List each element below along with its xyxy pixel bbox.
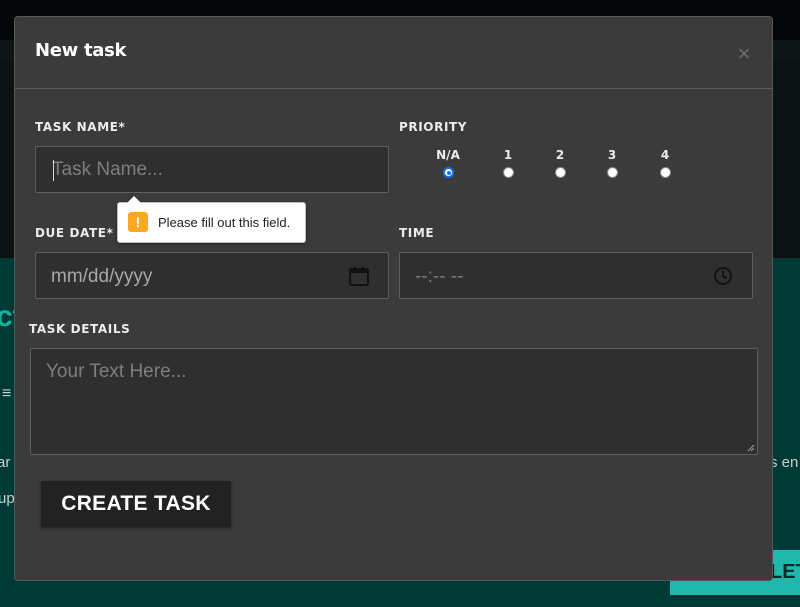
create-task-button[interactable]: CREATE TASK (41, 481, 231, 527)
task-name-input[interactable] (36, 147, 388, 192)
priority-radio-na[interactable] (443, 167, 454, 178)
task-name-label: TASK NAME* (35, 120, 126, 134)
validation-tooltip: ! Please fill out this field. (117, 196, 306, 243)
clock-icon[interactable] (712, 265, 734, 287)
task-details-textarea[interactable] (31, 349, 757, 454)
task-name-field[interactable] (35, 146, 389, 193)
priority-option-label-2: 2 (555, 148, 565, 162)
priority-option-label-na: N/A (436, 148, 460, 162)
priority-radio-4[interactable] (660, 167, 671, 178)
background-menu-icon: ≡ (2, 385, 12, 402)
background-text-left: ar (0, 454, 11, 471)
priority-option-label-3: 3 (607, 148, 617, 162)
task-details-field[interactable] (30, 348, 758, 455)
task-details-label: TASK DETAILS (29, 322, 131, 336)
validation-message: Please fill out this field. (158, 215, 291, 230)
priority-label: PRIORITY (399, 120, 468, 134)
new-task-modal: New task × TASK NAME* PRIORITY N/A 1 2 3… (14, 16, 773, 581)
background-text-left-2: up (0, 490, 15, 507)
calendar-icon[interactable] (348, 265, 370, 287)
modal-title: New task (35, 40, 127, 61)
priority-radio-1[interactable] (503, 167, 514, 178)
due-date-label: DUE DATE* (35, 226, 114, 240)
priority-option-label-1: 1 (503, 148, 513, 162)
time-field[interactable]: --:-- -- (399, 252, 753, 299)
priority-radio-3[interactable] (607, 167, 618, 178)
time-placeholder: --:-- -- (415, 266, 464, 287)
close-button[interactable]: × (734, 43, 754, 65)
background-text-right: s en (770, 454, 799, 471)
priority-radio-2[interactable] (555, 167, 566, 178)
resize-grip-icon[interactable] (747, 444, 755, 452)
modal-header: New task × (15, 17, 772, 89)
time-label: TIME (399, 226, 435, 240)
due-date-placeholder: mm/dd/yyyy (51, 266, 153, 287)
text-caret (53, 160, 54, 181)
due-date-field[interactable]: mm/dd/yyyy (35, 252, 389, 299)
priority-option-label-4: 4 (660, 148, 670, 162)
warning-icon: ! (128, 212, 148, 232)
